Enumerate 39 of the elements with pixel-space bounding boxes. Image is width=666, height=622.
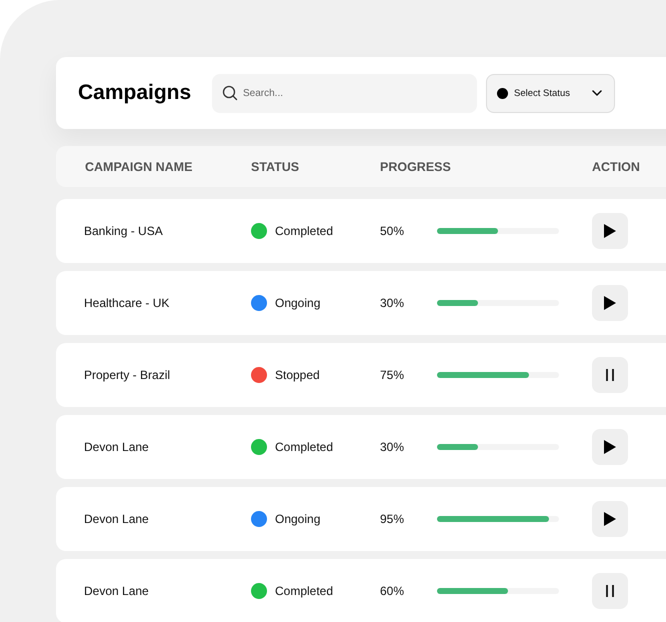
progress-percent: 60% <box>380 584 406 598</box>
campaign-name: Devon Lane <box>83 440 150 454</box>
campaign-name: Healthcare - UK <box>83 296 170 310</box>
play-button[interactable] <box>592 213 628 249</box>
pause-button[interactable] <box>592 357 628 393</box>
status-label: Ongoing <box>275 296 320 310</box>
column-header: CAMPAIGN NAME <box>84 160 194 174</box>
play-icon <box>603 295 617 311</box>
progress-percent: 50% <box>380 224 406 238</box>
status-dropdown[interactable]: Select Status <box>486 74 615 112</box>
play-icon <box>603 439 617 455</box>
progress-percent: 95% <box>380 512 406 526</box>
chevron-down-icon <box>592 90 602 96</box>
play-button[interactable] <box>592 429 628 465</box>
status-label: Ongoing <box>275 512 320 526</box>
campaign-name: Property - Brazil <box>83 368 172 382</box>
play-button[interactable] <box>592 285 628 321</box>
column-header: PROGRESS <box>380 160 452 174</box>
progress-percent: 75% <box>380 368 406 382</box>
campaign-name: Banking - USA <box>83 224 164 238</box>
page-title: Campaigns <box>78 81 192 105</box>
progress-percent: 30% <box>380 296 406 310</box>
play-button[interactable] <box>592 501 628 537</box>
status-label: Completed <box>275 224 334 238</box>
search-icon <box>222 85 238 101</box>
status-label: Completed <box>275 440 334 454</box>
progress-percent: 30% <box>380 440 406 454</box>
status-label: Stopped <box>275 368 320 382</box>
column-header: ACTION <box>592 160 640 174</box>
column-header: STATUS <box>251 160 300 174</box>
pause-icon <box>604 367 616 383</box>
status-label: Completed <box>275 584 334 598</box>
pause-icon <box>604 583 616 599</box>
search-field[interactable]: Search... <box>212 74 477 112</box>
play-icon <box>603 511 617 527</box>
campaign-name: Devon Lane <box>83 512 150 526</box>
pause-button[interactable] <box>592 573 628 609</box>
play-icon <box>603 223 617 239</box>
campaign-name: Devon Lane <box>83 584 150 598</box>
